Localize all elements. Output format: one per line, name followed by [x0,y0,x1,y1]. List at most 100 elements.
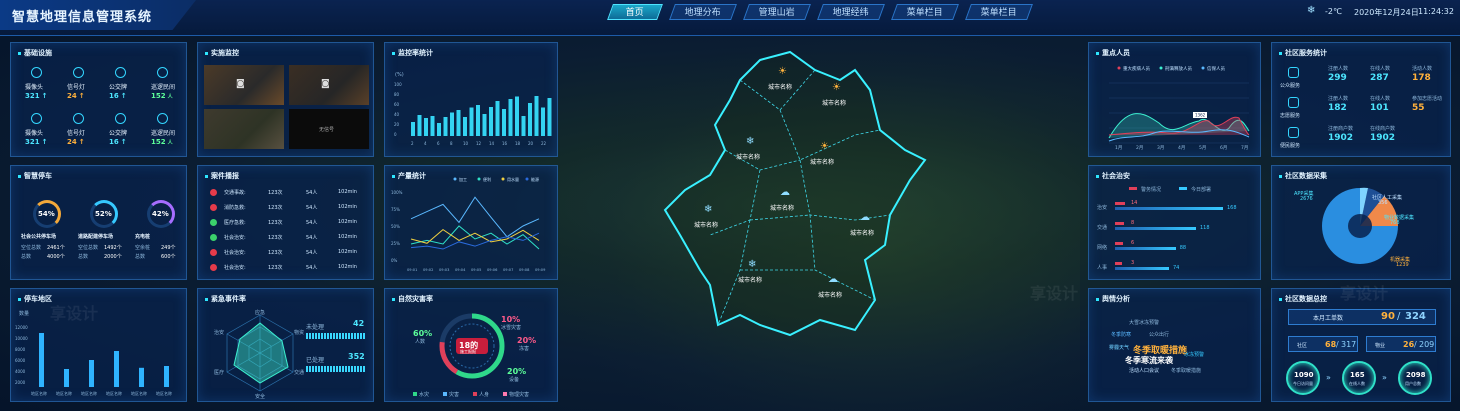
map-city-label[interactable]: 城市名称 [736,152,760,161]
word-cloud-term[interactable]: 冬季防寒 [1111,331,1131,338]
legend-label: 重大疾病人员 [1123,65,1150,72]
legend-label: 能源 [531,176,539,182]
series-line [410,196,540,238]
camera-feed-3[interactable] [204,109,284,149]
legend-label: 便利 [483,176,491,182]
map-city-label[interactable]: 城市名称 [694,220,718,229]
nav-tab-menu-1[interactable]: 菜单栏目 [891,4,959,20]
radar-label: 应急 [255,310,266,316]
x-tick: 18 [515,141,521,146]
word-cloud-term[interactable]: 活动人口会议 [1129,367,1159,374]
x-tick: 地区名称 [56,390,72,396]
facility-unit: 人 [167,94,173,100]
nav-tab-lonlat[interactable]: 地理经纬 [817,4,885,20]
word-cloud-term[interactable]: 冰冻预警 [1184,351,1204,358]
nav-tab-home[interactable]: 首页 [607,4,663,20]
x-tick: 地区名称 [131,390,147,396]
event-time: 102min [338,234,357,240]
bar [456,110,461,136]
parking-pct: 54% [38,210,55,218]
map-city-label[interactable]: 城市名称 [818,290,842,299]
facility-number: 24 [67,92,77,100]
community-a: 68 [1325,340,1337,349]
y-tick: 6000 [15,358,26,363]
facility-value: 321 ↑ [25,92,48,100]
event-time: 102min [338,189,357,195]
bar [541,107,545,136]
data-collect-pie [1322,187,1399,264]
house-icon [1288,67,1299,78]
word-cloud-term[interactable]: 大雪冰冻预警 [1129,319,1159,326]
chevron-right-icon: » [1382,373,1387,382]
snow-icon: ❄ [748,259,757,270]
work-order-b: 324 [1405,311,1426,322]
bar [417,115,422,136]
panel-disaster: 自然灾害率 18的 施工报报 10% 冰雪灾害 60% 人数 20% 冻害 20… [384,288,558,402]
camera-feed-1[interactable]: ◙ [204,65,284,105]
camera-feed-2[interactable]: ◙ [289,65,369,105]
map-city-label[interactable]: 城市名称 [822,98,846,107]
legend-label: 今日部署 [1191,187,1212,193]
nav-tab-mountain[interactable]: 管理山岩 [743,4,811,20]
security-bar-a [1115,202,1125,205]
x-tick: 4 [424,141,427,146]
camera-feed-4[interactable]: 无信号 [289,109,369,149]
nav-tab-distribution[interactable]: 地理分布 [669,4,737,20]
word-cloud-term[interactable]: 冬季寒流来袭 [1125,355,1173,366]
facility-value: 16 ↑ [109,92,127,100]
tooltip-text: 1362 [1195,113,1206,118]
y-tick: 8000 [15,347,26,352]
bus-sign-icon [115,113,126,124]
work-order-label: 本月工单数 [1313,315,1344,322]
service-stat-label: 在线商户数 [1370,126,1396,132]
bar [437,123,441,136]
map-city-label[interactable]: 城市名称 [850,228,874,237]
facility-number: 24 [67,138,77,146]
police-icon [157,113,168,124]
panel-title: 基础设施 [18,48,52,58]
header-bar: 智慧地理信息管理系统 首页 地理分布 管理山岩 地理经纬 菜单栏目 菜单栏目 ❄… [0,0,1460,36]
snow-icon: ❄ [746,136,755,147]
map-city-label[interactable]: 城市名称 [810,157,834,166]
y-tick: 0% [391,258,398,263]
stat-circle-value: 2098 [1406,371,1426,379]
bar [443,117,448,136]
y-tick: 4000 [15,369,26,374]
word-cloud-term[interactable]: 雾霾天气 [1109,344,1129,351]
word-cloud-term[interactable]: 公众出行 [1149,331,1169,338]
x-tick: 09:02 [423,268,433,272]
processed-label: 已处理 [306,357,325,364]
map-city-label[interactable]: 城市名称 [770,203,794,212]
event-people: 54人 [306,235,318,241]
x-tick: 地区名称 [31,390,47,396]
collect-value: 356 [1378,200,1388,206]
x-tick: 地区名称 [106,390,122,396]
service-stat-value: 55 [1412,103,1425,113]
parking-a: 2461个 [47,245,65,251]
cloud-icon: ☁ [828,274,838,285]
time: 11:24:32 [1418,7,1454,16]
parking-pct: 52% [95,210,112,218]
radar-label: 安全 [255,394,266,400]
up-arrow-icon: ↑ [78,92,85,100]
service-stat-value: 182 [1328,103,1347,113]
security-bar-b [1115,207,1223,210]
event-time: 102min [338,264,357,270]
dashboard: ☀ 城市名称 ☀ 城市名称 ❄ 城市名称 ☀ 城市名称 ☁ 城市名称 ❄ 城市名称 ☁ 城市名称 ❄ 城市名称… [0,0,1460,411]
work-order-a: 90 [1381,311,1395,322]
map-city-label[interactable]: 城市名称 [738,275,762,284]
nav-tab-menu-2[interactable]: 菜单栏目 [965,4,1033,20]
x-tick: 09:07 [503,268,513,272]
word-cloud-term[interactable]: 冬季取暖措施 [1171,367,1201,374]
event-count: 123次 [268,220,283,226]
parking-b: 600个 [161,254,176,260]
service-stat-value: 299 [1328,73,1347,83]
facility-value: 16 ↑ [109,138,127,146]
traffic-light-icon [73,67,84,78]
up-arrow-icon: ↑ [78,138,85,146]
panel-title: 智慧停车 [18,171,52,181]
x-tick: 09:01 [407,268,417,272]
up-arrow-icon: ↑ [120,92,127,100]
y-tick: 100 [394,82,402,87]
map-city-label[interactable]: 城市名称 [768,82,792,91]
